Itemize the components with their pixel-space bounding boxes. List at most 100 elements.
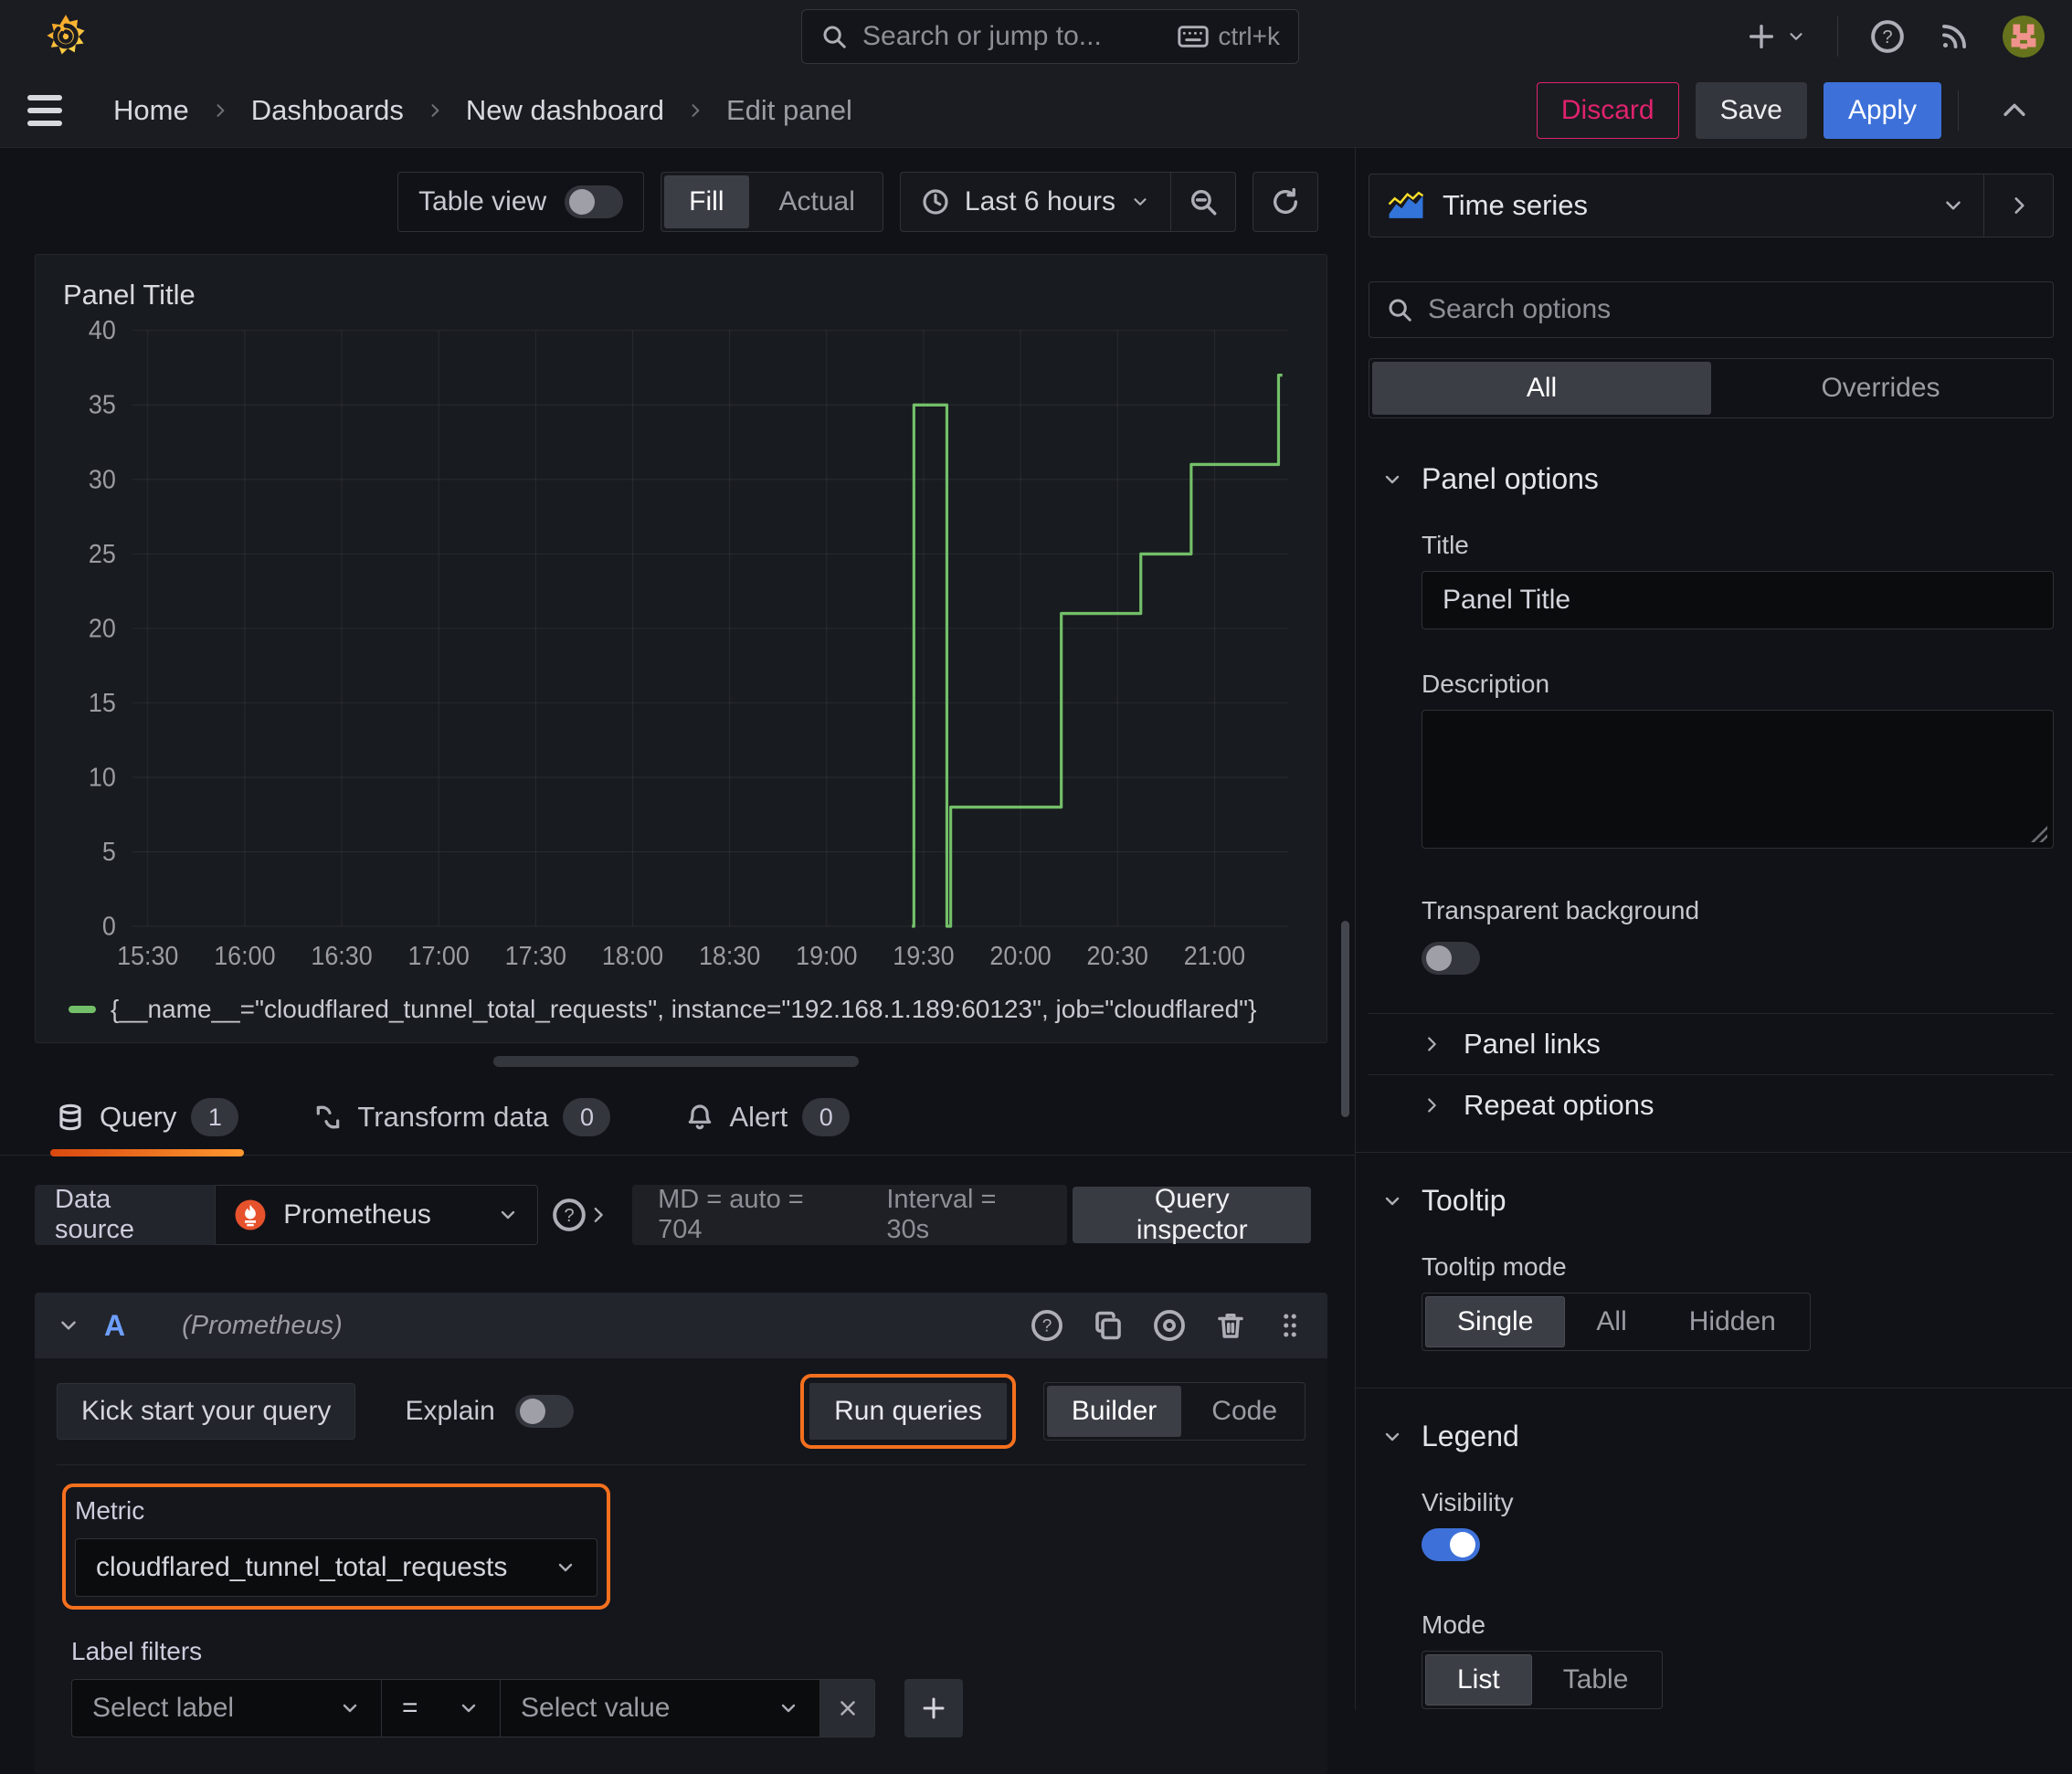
- time-series-chart[interactable]: 0 5 10 15 20 25 30 35 40 15:30 16:00 16:30 17:00 17:3…: [59, 315, 1303, 986]
- tooltip-single-option[interactable]: Single: [1425, 1296, 1566, 1347]
- svg-text:?: ?: [1882, 27, 1892, 48]
- resize-corner[interactable]: [2031, 826, 2047, 842]
- query-section-tabs: Query 1 Transform data 0 Alert 0: [0, 1067, 1355, 1156]
- tab-overrides[interactable]: Overrides: [1711, 362, 2050, 415]
- tab-all-options[interactable]: All: [1372, 362, 1711, 415]
- builder-option[interactable]: Builder: [1046, 1386, 1182, 1437]
- actual-option[interactable]: Actual: [752, 173, 883, 231]
- operator-dropdown[interactable]: =: [382, 1679, 501, 1737]
- menu-toggle-button[interactable]: [27, 85, 79, 136]
- chevron-down-icon: [61, 1321, 76, 1330]
- series-color-swatch[interactable]: [69, 1006, 96, 1013]
- transparent-background-toggle[interactable]: [1422, 942, 1480, 975]
- legend-header[interactable]: Legend: [1369, 1420, 2054, 1453]
- query-inspector-button[interactable]: Query inspector: [1073, 1184, 1312, 1245]
- resize-drag-handle[interactable]: [493, 1056, 859, 1067]
- breadcrumb-home[interactable]: Home: [106, 89, 196, 132]
- new-dropdown-button[interactable]: [1746, 21, 1806, 52]
- discard-button[interactable]: Discard: [1536, 81, 1679, 139]
- legend-table-option[interactable]: Table: [1532, 1654, 1660, 1705]
- datasource-picker[interactable]: Prometheus: [215, 1185, 538, 1245]
- time-series-viz-icon: [1388, 191, 1424, 218]
- viz-suggestions-button[interactable]: [1983, 174, 2053, 237]
- panel-options-section: Panel options Title Description Transpar…: [1369, 462, 2054, 982]
- tab-query[interactable]: Query 1: [50, 1085, 245, 1156]
- news-button[interactable]: [1937, 19, 1972, 54]
- apply-button[interactable]: Apply: [1823, 81, 1941, 139]
- chevron-down-icon: [1385, 1432, 1400, 1441]
- add-filter-button[interactable]: [904, 1679, 963, 1737]
- query-options-summary[interactable]: MD = auto = 704 Interval = 30s: [632, 1185, 1068, 1245]
- metric-label: Metric: [75, 1496, 145, 1525]
- save-button[interactable]: Save: [1695, 81, 1807, 139]
- chevron-right-icon[interactable]: [587, 1204, 608, 1226]
- help-icon: ?: [552, 1199, 586, 1231]
- transparent-background-label: Transparent background: [1422, 896, 1700, 924]
- legend-list-option[interactable]: List: [1425, 1654, 1532, 1705]
- tooltip-title: Tooltip: [1422, 1184, 1506, 1217]
- chevron-right-icon: [1428, 1037, 1436, 1051]
- duplicate-icon[interactable]: [1092, 1309, 1125, 1342]
- divider: [1837, 16, 1838, 57]
- repeat-options-section[interactable]: Repeat options: [1369, 1075, 2054, 1135]
- datasource-help-button[interactable]: ?: [551, 1197, 587, 1233]
- global-search-input[interactable]: Search or jump to... ctrl+k: [801, 9, 1299, 64]
- datasource-name: Prometheus: [283, 1199, 431, 1230]
- breadcrumb-new-dashboard[interactable]: New dashboard: [459, 89, 671, 132]
- fill-option[interactable]: Fill: [664, 175, 749, 228]
- divider: [1356, 1152, 2072, 1153]
- legend-title: Legend: [1422, 1420, 1519, 1452]
- panel-title-input[interactable]: [1422, 571, 2054, 629]
- legend-visibility-toggle[interactable]: [1422, 1528, 1480, 1561]
- panel-links-section[interactable]: Panel links: [1369, 1014, 2054, 1074]
- visualization-picker[interactable]: Time series: [1369, 174, 1983, 237]
- table-view-toggle[interactable]: [565, 185, 624, 218]
- zoom-out-time-button[interactable]: [1170, 173, 1235, 231]
- user-avatar[interactable]: [2003, 16, 2045, 58]
- select-label-dropdown[interactable]: Select label: [71, 1679, 382, 1737]
- breadcrumb-separator-icon: [211, 101, 229, 120]
- table-view-label: Table view: [418, 186, 547, 216]
- grafana-logo-icon[interactable]: [42, 13, 90, 60]
- code-option[interactable]: Code: [1184, 1383, 1305, 1440]
- options-search-input[interactable]: [1428, 294, 2036, 325]
- help-button[interactable]: ?: [1869, 18, 1906, 55]
- tab-alert[interactable]: Alert 0: [680, 1085, 855, 1155]
- tooltip-hidden-option[interactable]: Hidden: [1658, 1296, 1807, 1347]
- legend-visibility-label: Visibility: [1422, 1488, 1514, 1516]
- scrollbar[interactable]: [1341, 921, 1349, 1117]
- panel-options-header[interactable]: Panel options: [1369, 462, 2054, 496]
- remove-filter-button[interactable]: [820, 1679, 875, 1737]
- query-row-header[interactable]: A (Prometheus) ?: [35, 1293, 1327, 1358]
- kick-start-button[interactable]: Kick start your query: [57, 1383, 356, 1440]
- breadcrumb-dashboards[interactable]: Dashboards: [244, 89, 411, 132]
- svg-text:35: 35: [89, 390, 116, 419]
- options-search[interactable]: [1369, 281, 2054, 338]
- trash-icon[interactable]: [1214, 1309, 1247, 1342]
- refresh-button[interactable]: [1253, 172, 1318, 232]
- explain-toggle[interactable]: [514, 1395, 574, 1428]
- collapse-pane-button[interactable]: [1984, 95, 2045, 126]
- series-label[interactable]: {__name__="cloudflared_tunnel_total_requ…: [111, 995, 1256, 1024]
- panel-title[interactable]: Panel Title: [59, 271, 1303, 315]
- edit-actions: Discard Save Apply: [1536, 81, 2045, 139]
- tab-transform-data[interactable]: Transform data 0: [308, 1085, 616, 1155]
- metric-select[interactable]: cloudflared_tunnel_total_requests: [75, 1538, 597, 1597]
- drag-grip-icon[interactable]: [1274, 1310, 1306, 1341]
- eye-icon[interactable]: [1152, 1308, 1187, 1343]
- run-queries-button[interactable]: Run queries: [800, 1374, 1016, 1449]
- help-icon[interactable]: ?: [1030, 1308, 1064, 1343]
- tab-transform-count: 0: [563, 1098, 611, 1136]
- keyboard-icon: [1178, 26, 1209, 48]
- tooltip-all-option[interactable]: All: [1565, 1296, 1657, 1347]
- select-value-dropdown[interactable]: Select value: [501, 1679, 820, 1737]
- query-editor-toolbar: Kick start your query Explain Run querie…: [57, 1374, 1306, 1465]
- breadcrumb-separator-icon: [686, 101, 704, 120]
- explain-control: Explain: [405, 1395, 574, 1428]
- description-textarea[interactable]: [1422, 710, 2054, 849]
- time-range-picker[interactable]: Last 6 hours: [901, 186, 1170, 217]
- chevron-down-icon: [343, 1704, 357, 1713]
- tooltip-header[interactable]: Tooltip: [1369, 1184, 2054, 1218]
- svg-text:17:30: 17:30: [505, 941, 566, 970]
- description-label: Description: [1422, 670, 1550, 698]
